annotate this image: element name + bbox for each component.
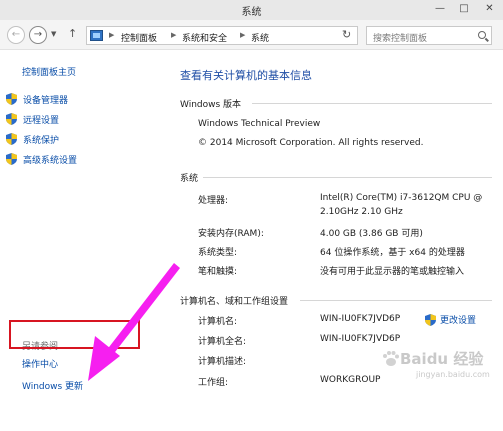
- shield-icon: [6, 93, 17, 105]
- pen-touch-value: 没有可用于此显示器的笔或触控输入: [320, 267, 465, 277]
- section-divider: [203, 177, 492, 178]
- processor-label: 处理器:: [198, 196, 229, 206]
- computer-name-label: 计算机名:: [198, 317, 238, 327]
- processor-speed-value: 2.10GHz 2.10 GHz: [320, 207, 403, 217]
- highlight-box: [9, 320, 140, 349]
- sidebar: 控制面板主页 设备管理器 远程设置 系统保护 高级系统设置 另请参阅 操作中心 …: [0, 51, 163, 431]
- pen-touch-label: 笔和触摸:: [198, 267, 238, 277]
- chevron-right-icon[interactable]: ▶: [171, 31, 176, 39]
- page-title: 查看有关计算机的基本信息: [180, 69, 312, 82]
- shield-icon: [6, 113, 17, 125]
- sidebar-home-link[interactable]: 控制面板主页: [22, 65, 76, 78]
- copyright-text: © 2014 Microsoft Corporation. All rights…: [198, 138, 424, 148]
- paw-icon: [383, 351, 399, 366]
- ram-label: 安装内存(RAM):: [198, 229, 264, 239]
- back-button[interactable]: ←: [7, 26, 25, 44]
- system-section-heading: 系统: [180, 174, 199, 184]
- up-button[interactable]: ↑: [68, 27, 77, 40]
- shield-icon: [425, 314, 436, 326]
- recent-locations-dropdown-icon[interactable]: ▼: [51, 30, 56, 38]
- change-settings-label: 更改设置: [440, 316, 477, 326]
- chevron-right-icon[interactable]: ▶: [109, 31, 114, 39]
- sidebar-item-label: 设备管理器: [23, 96, 69, 106]
- windows-update-link[interactable]: Windows 更新: [22, 379, 83, 392]
- address-bar[interactable]: ▶ 控制面板 ▶ 系统和安全 ▶ 系统: [86, 26, 358, 45]
- title-bar: 系统 — □ ✕: [0, 0, 503, 20]
- shield-icon: [6, 133, 17, 145]
- edition-section-heading: Windows 版本: [180, 100, 242, 110]
- section-divider: [252, 103, 492, 104]
- search-placeholder: 搜索控制面板: [373, 34, 428, 44]
- section-divider: [300, 300, 492, 301]
- windows-edition: Windows Technical Preview: [198, 119, 321, 129]
- system-type-label: 系统类型:: [198, 248, 238, 258]
- computer-section-heading: 计算机名、域和工作组设置: [180, 297, 289, 307]
- sidebar-item-label: 系统保护: [23, 136, 60, 146]
- action-center-link[interactable]: 操作中心: [22, 357, 58, 370]
- computer-description-label: 计算机描述:: [198, 357, 247, 367]
- shield-icon: [6, 153, 17, 165]
- full-computer-name-label: 计算机全名:: [198, 337, 247, 347]
- control-panel-icon: [90, 30, 103, 41]
- full-computer-name-value: WIN-IU0FK7JVD6P: [320, 334, 401, 344]
- watermark-text: Baidu 经验: [400, 350, 484, 368]
- breadcrumb-system-security[interactable]: 系统和安全: [182, 31, 227, 44]
- change-settings-link[interactable]: 更改设置: [425, 313, 476, 326]
- sidebar-item-label: 高级系统设置: [23, 156, 78, 166]
- minimize-button[interactable]: —: [428, 0, 452, 20]
- processor-value: Intel(R) Core(TM) i7-3612QM CPU @: [320, 193, 483, 203]
- chevron-right-icon[interactable]: ▶: [240, 31, 245, 39]
- search-input[interactable]: 搜索控制面板: [366, 26, 492, 45]
- watermark-subtext: jingyan.baidu.com: [416, 370, 490, 379]
- workgroup-label: 工作组:: [198, 378, 229, 388]
- search-icon[interactable]: [478, 31, 486, 39]
- breadcrumb-system[interactable]: 系统: [251, 31, 269, 44]
- refresh-icon[interactable]: ↻: [342, 28, 351, 41]
- computer-name-value: WIN-IU0FK7JVD6P: [320, 314, 401, 324]
- baidu-watermark: Baidu 经验 jingyan.baidu.com: [382, 346, 498, 386]
- close-button[interactable]: ✕: [476, 0, 503, 20]
- sidebar-item-label: 远程设置: [23, 116, 60, 126]
- workgroup-value: WORKGROUP: [320, 375, 381, 385]
- ram-value: 4.00 GB (3.86 GB 可用): [320, 229, 423, 239]
- system-type-value: 64 位操作系统，基于 x64 的处理器: [320, 248, 465, 258]
- breadcrumb-control-panel[interactable]: 控制面板: [121, 31, 157, 44]
- forward-button[interactable]: →: [29, 26, 47, 44]
- maximize-button[interactable]: □: [452, 0, 476, 20]
